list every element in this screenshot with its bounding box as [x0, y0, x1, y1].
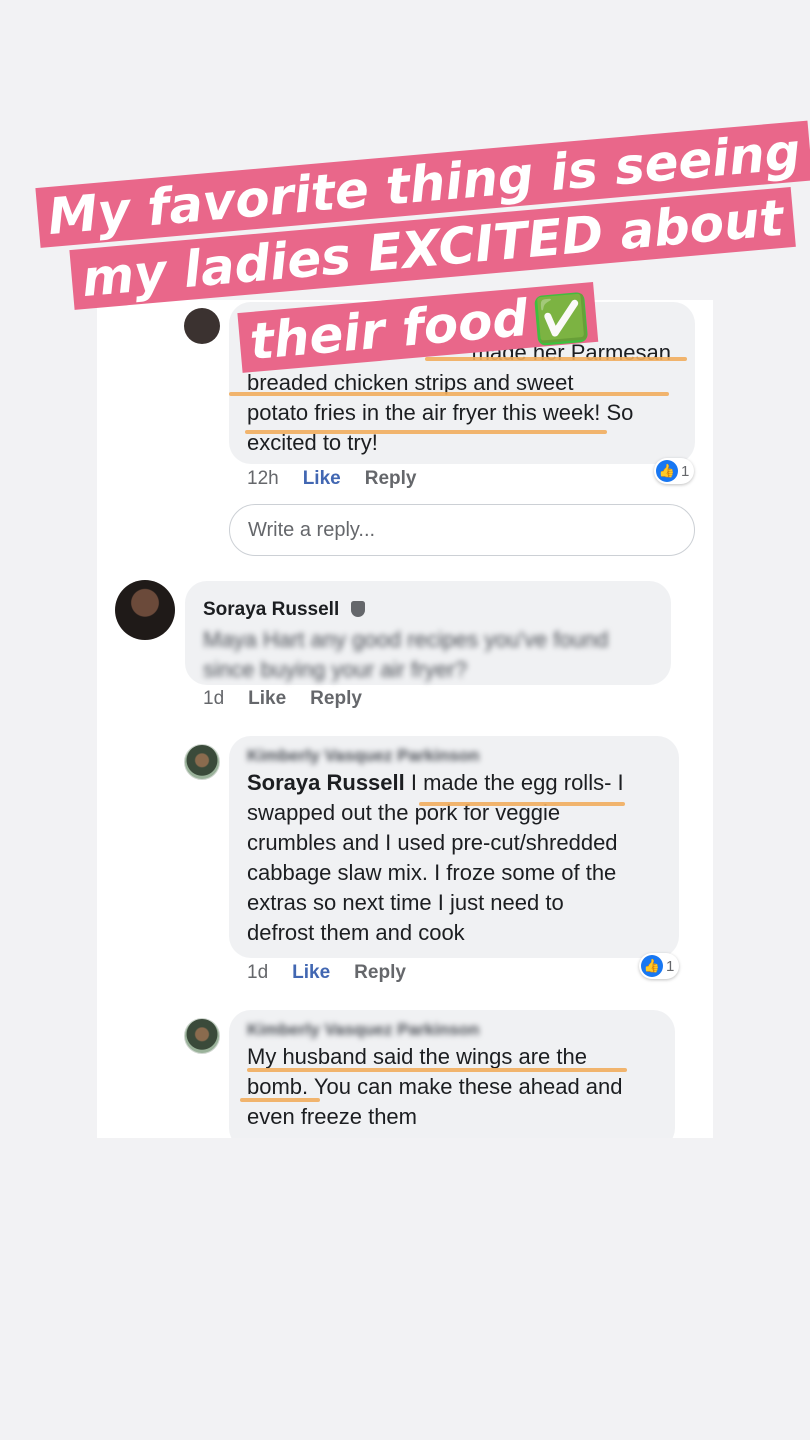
reply-link[interactable]: Reply — [354, 962, 406, 984]
comment-bubble: Kimberly Vasquez Parkinson Soraya Russel… — [229, 736, 679, 958]
comment-actions: 1d Like Reply — [247, 962, 406, 984]
commenter-avatar[interactable] — [184, 1018, 220, 1054]
like-link[interactable]: Like — [292, 962, 330, 984]
like-link[interactable]: Like — [303, 468, 341, 490]
commenter-name[interactable]: Kimberly Vasquez Parkinson — [247, 744, 661, 768]
comment-actions: 1d Like Reply — [203, 688, 362, 710]
comment-text: Maya Hart any good recipes you've found … — [203, 627, 609, 682]
comment-thread: made her Parmesan breaded chicken strips… — [97, 300, 713, 1138]
comment-time: 1d — [247, 962, 269, 983]
comment-text: made her Parmesan breaded chicken strips… — [247, 340, 671, 455]
reply-input[interactable]: Write a reply... — [229, 504, 695, 556]
moderator-badge-icon — [351, 601, 366, 618]
reaction-count[interactable]: 👍 1 — [639, 953, 680, 979]
comment-actions: 12h Like Reply — [247, 468, 416, 490]
commenter-avatar[interactable] — [184, 744, 220, 780]
comment-time: 1d — [203, 688, 225, 709]
comment-time: 12h — [247, 468, 279, 489]
comment-text: My husband said the wings are the bomb. … — [247, 1044, 623, 1129]
commenter-name[interactable]: Soraya Russell — [203, 593, 653, 625]
highlight-underline — [240, 1098, 320, 1102]
commenter-name[interactable]: Kimberly Vasquez Parkinson — [247, 1018, 657, 1042]
thumbs-up-icon: 👍 — [641, 955, 663, 977]
caption-line-1: My favorite thing is seeing — [35, 120, 810, 248]
highlight-underline — [247, 1068, 627, 1072]
comment-text: Soraya Russell I made the egg rolls- I s… — [247, 770, 624, 945]
comment-bubble: Soraya Russell Maya Hart any good recipe… — [185, 581, 671, 685]
comment-bubble: made her Parmesan breaded chicken strips… — [229, 302, 695, 464]
highlight-underline — [425, 357, 687, 361]
reaction-count[interactable]: 👍 1 — [654, 458, 695, 484]
commenter-avatar[interactable] — [184, 308, 220, 344]
commenter-avatar[interactable] — [115, 580, 175, 640]
highlight-underline — [419, 802, 625, 806]
highlight-underline — [245, 430, 607, 434]
thumbs-up-icon: 👍 — [656, 460, 678, 482]
highlight-underline — [229, 392, 669, 396]
reply-link[interactable]: Reply — [310, 688, 362, 710]
mention-link[interactable]: Soraya Russell — [247, 770, 405, 795]
caption-line-2: my ladies EXCITED about — [69, 187, 796, 310]
reply-link[interactable]: Reply — [365, 468, 417, 490]
like-link[interactable]: Like — [248, 688, 286, 710]
comment-bubble: Kimberly Vasquez Parkinson My husband sa… — [229, 1010, 675, 1138]
